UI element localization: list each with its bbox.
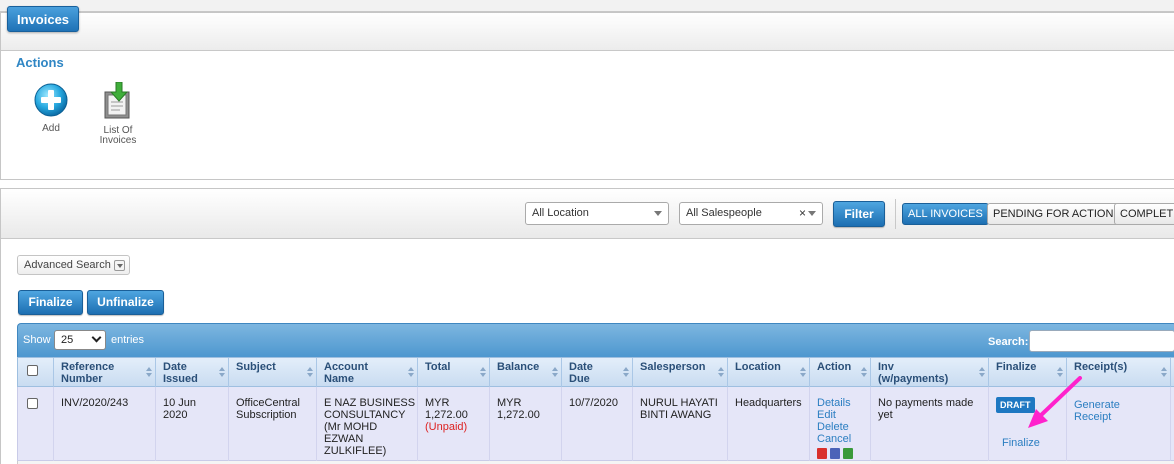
search-label: Search:	[988, 336, 1029, 348]
cell-date-issued: 10 Jun 2020	[156, 387, 229, 461]
col-balance[interactable]: Balance	[490, 358, 562, 388]
top-strip	[0, 0, 1174, 35]
cancel-link[interactable]: Cancel	[817, 433, 870, 445]
cell-reference-number: INV/2020/243	[54, 387, 156, 461]
col-reference-number[interactable]: Reference Number	[54, 358, 156, 388]
salesperson-select-value: All Salespeople	[686, 207, 762, 219]
sort-icon	[307, 367, 313, 378]
entries-label: entries	[111, 334, 145, 346]
row-select-cell	[18, 387, 54, 461]
cell-date-due: 10/7/2020	[562, 387, 633, 461]
select-all-cell	[18, 358, 54, 388]
sort-icon	[408, 367, 414, 378]
table-toolbar: Show 25 entries Search:	[17, 323, 1174, 357]
sort-icon	[800, 367, 806, 378]
sort-icon	[146, 367, 152, 378]
filter-bar: All Location All Salespeople × Filter AL…	[1, 189, 1174, 239]
actions-panel	[0, 12, 1174, 180]
col-salesperson[interactable]: Salesperson	[633, 358, 728, 388]
generate-receipt-link-line2[interactable]: Receipt	[1074, 411, 1170, 423]
list-document-icon	[104, 82, 130, 119]
actions-heading: Actions	[16, 55, 64, 70]
sort-icon	[979, 367, 985, 378]
divider	[895, 199, 896, 229]
col-date-issued[interactable]: Date Issued	[156, 358, 229, 388]
sort-icon	[1161, 367, 1167, 378]
row-checkbox[interactable]	[27, 398, 38, 409]
table-row: INV/2020/243 10 Jun 2020 OfficeCentral Sub…	[17, 387, 1174, 461]
tab-pending-for-action[interactable]: PENDING FOR ACTION	[987, 203, 1120, 225]
sort-icon	[219, 367, 225, 378]
add-label: Add	[42, 123, 60, 134]
location-select-value: All Location	[532, 207, 589, 219]
search-input[interactable]	[1029, 330, 1174, 352]
chevron-down-icon	[91, 332, 102, 343]
advanced-search-button[interactable]: Advanced Search	[17, 255, 130, 275]
bulk-finalize-button[interactable]: Finalize	[18, 290, 83, 315]
sort-icon	[552, 367, 558, 378]
add-invoice-action[interactable]: Add	[30, 82, 72, 134]
page-title: Invoices	[7, 6, 80, 32]
bulk-unfinalize-button[interactable]: Unfinalize	[87, 290, 164, 315]
excel-icon[interactable]	[843, 448, 853, 459]
cell-action: Details Edit Delete Cancel	[810, 387, 871, 461]
chevron-down-icon	[808, 211, 816, 216]
col-location[interactable]: Location	[728, 358, 810, 388]
sort-icon	[623, 367, 629, 378]
col-action[interactable]: Action	[810, 358, 871, 388]
details-link[interactable]: Details	[817, 397, 870, 409]
add-plus-icon	[34, 83, 68, 117]
generate-receipt-link-line1[interactable]: Generate	[1074, 399, 1170, 411]
col-inv-payments[interactable]: Inv (w/payments)	[871, 358, 989, 388]
col-date-due[interactable]: Date Due	[562, 358, 633, 388]
finalize-link[interactable]: Finalize	[1002, 437, 1040, 449]
filter-button[interactable]: Filter	[833, 201, 885, 227]
page-length-value: 25	[61, 334, 74, 346]
edit-link[interactable]: Edit	[817, 409, 870, 421]
cell-total: MYR 1,272.00 (Unpaid)	[418, 387, 490, 461]
select-all-checkbox[interactable]	[27, 365, 38, 376]
tab-completed[interactable]: COMPLETED	[1114, 203, 1174, 225]
list-label-line2: Invoices	[99, 135, 137, 146]
cell-salesperson: NURUL HAYATI BINTI AWANG	[633, 387, 728, 461]
unpaid-status: (Unpaid)	[425, 421, 468, 433]
col-total[interactable]: Total	[418, 358, 490, 388]
cell-account-name: E NAZ BUSINESS CONSULTANCY (Mr MOHD EZWA…	[317, 387, 418, 461]
chevron-down-icon	[654, 211, 662, 216]
salesperson-select[interactable]: All Salespeople ×	[679, 202, 823, 225]
table-header: Reference Number Date Issued Subject Accou…	[17, 357, 1174, 388]
tab-all-invoices[interactable]: ALL INVOICES	[902, 203, 989, 225]
col-account-name[interactable]: Account Name	[317, 358, 418, 388]
advanced-search-label: Advanced Search	[24, 259, 111, 271]
cell-subject: OfficeCentral Subscription	[229, 387, 317, 461]
word-icon[interactable]	[830, 448, 840, 459]
cell-location: Headquarters	[728, 387, 810, 461]
sort-icon	[861, 367, 867, 378]
cell-inv-payments: No payments made yet	[871, 387, 989, 461]
sort-icon	[718, 367, 724, 378]
clear-icon[interactable]: ×	[799, 203, 806, 224]
list-invoices-action[interactable]: List Of Invoices	[92, 82, 144, 146]
col-subject[interactable]: Subject	[229, 358, 317, 388]
cell-balance: MYR 1,272.00	[490, 387, 562, 461]
actions-panel-header	[1, 13, 1174, 51]
export-icons	[817, 448, 870, 459]
page-length-select[interactable]: 25	[54, 330, 106, 350]
invoices-panel: All Location All Salespeople × Filter AL…	[0, 188, 1174, 464]
pdf-icon[interactable]	[817, 448, 827, 459]
chevron-down-icon	[113, 260, 125, 271]
sort-icon	[480, 367, 486, 378]
show-label: Show	[23, 334, 51, 346]
pink-annotation-arrow-icon	[1028, 376, 1082, 428]
delete-link[interactable]: Delete	[817, 421, 870, 433]
location-select[interactable]: All Location	[525, 202, 669, 225]
